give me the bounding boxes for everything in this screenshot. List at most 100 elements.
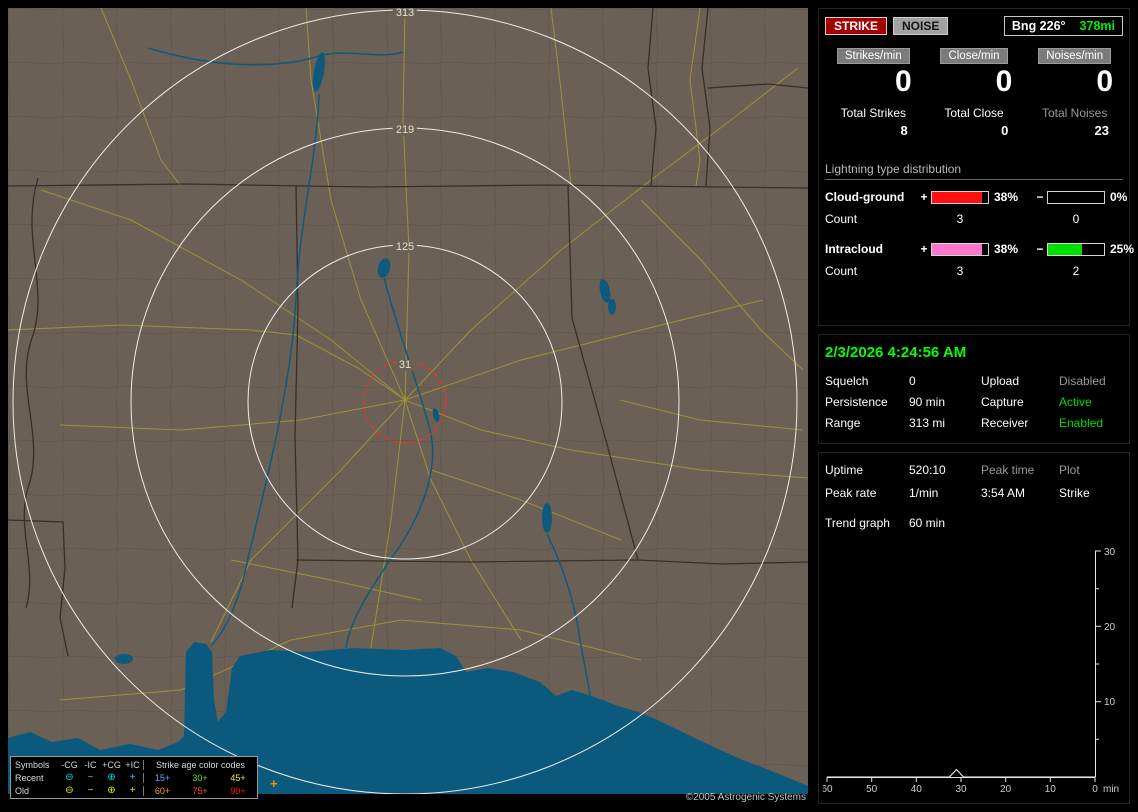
status-panel: 2/3/2026 4:24:56 AM Squelch 0 Upload Dis… <box>818 334 1130 444</box>
distance-value: 378mi <box>1079 19 1115 33</box>
peak-rate-value: 1/min <box>909 486 939 500</box>
range-ring-label: 219 <box>392 125 418 136</box>
x-tick-10: 10 <box>1045 784 1057 795</box>
bearing-value: Bng 226° <box>1011 19 1066 33</box>
ic-plus-bar <box>931 242 989 256</box>
x-tick-20: 20 <box>1000 784 1012 795</box>
count-label: Count <box>825 264 858 278</box>
range-ring-label: 313 <box>392 8 418 19</box>
minus-sign: − <box>1036 190 1044 204</box>
total-strikes-label: Total Strikes <box>840 106 907 120</box>
cg-plus-percent: 38% <box>994 190 1019 204</box>
upload-status: Disabled <box>1059 374 1106 388</box>
range-label: Range <box>825 416 861 430</box>
persistence-label: Persistence <box>825 395 888 409</box>
trend-window-value: 60 min <box>909 516 946 530</box>
range-ring-label: 125 <box>392 242 418 253</box>
trend-graph-label: Trend graph <box>825 516 890 530</box>
noises-column: Noises/min 0 Total Noises 23 <box>1024 48 1125 138</box>
range-value: 313 mi <box>909 416 946 430</box>
trend-panel: Uptime 520:10 Peak time Plot Peak rate 1… <box>818 452 1130 804</box>
plot-label: Plot <box>1059 463 1080 477</box>
axis-ticks <box>826 550 1101 782</box>
upload-label: Upload <box>981 374 1020 388</box>
total-strikes-value: 8 <box>900 123 908 138</box>
cg-minus-count: 0 <box>1072 212 1080 226</box>
close-column: Close/min 0 Total Close 0 <box>924 48 1025 138</box>
legend-col-pos-cg: +CG <box>102 759 121 770</box>
cg-minus-percent: 0% <box>1110 190 1128 204</box>
total-noises-label: Total Noises <box>1041 106 1108 120</box>
squelch-label: Squelch <box>825 374 869 388</box>
total-noises-value: 23 <box>1094 123 1110 138</box>
legend-col-neg-cg: -CG <box>61 759 78 770</box>
peak-time-label: Peak time <box>981 463 1035 477</box>
copyright-text: ©2005 Astrogenic Systems <box>685 792 806 803</box>
total-close-value: 0 <box>1001 123 1009 138</box>
x-unit-label: min <box>1103 784 1119 795</box>
x-tick-0: 0 <box>1092 784 1098 795</box>
capture-status: Active <box>1059 395 1092 409</box>
datetime-display: 2/3/2026 4:24:56 AM <box>825 344 967 361</box>
intracloud-count-row: Count 3 2 <box>825 264 1123 278</box>
minus-sign: − <box>1036 242 1044 256</box>
legend-recent-label: Recent <box>15 772 44 783</box>
mode-row: STRIKE NOISE Bng 226° 378mi <box>819 9 1129 36</box>
close-per-min-button[interactable]: Close/min <box>940 48 1008 64</box>
squelch-value: 0 <box>909 374 916 388</box>
intracloud-row: Intracloud + 38% − 25% <box>825 242 1134 256</box>
receiver-label: Receiver <box>981 416 1029 430</box>
neg-ic-recent-icon: − <box>87 771 94 783</box>
uptime-label: Uptime <box>825 463 864 477</box>
total-close-label: Total Close <box>944 106 1004 120</box>
rate-columns: Strikes/min 0 Total Strikes 8 Close/min … <box>819 48 1129 138</box>
strike-mode-button[interactable]: STRIKE <box>825 17 888 35</box>
trend-trace <box>827 768 1095 778</box>
distribution-title: Lightning type distribution <box>825 162 1123 180</box>
noise-mode-button[interactable]: NOISE <box>893 17 949 35</box>
y-tick-20: 20 <box>1104 622 1116 633</box>
lightning-map: 313 219 125 31 + <box>8 8 808 794</box>
cg-plus-count: 3 <box>956 212 964 226</box>
neg-cg-recent-icon: ⊖ <box>65 771 74 783</box>
range-ring-label: 31 <box>395 360 415 371</box>
ic-minus-bar <box>1047 242 1105 256</box>
capture-label: Capture <box>981 395 1024 409</box>
legend-col-pos-ic: +IC <box>125 759 140 770</box>
peak-rate-label: Peak rate <box>825 486 877 500</box>
status-grid: Squelch 0 Upload Disabled Persistence 90… <box>819 361 1129 430</box>
x-tick-40: 40 <box>911 784 923 795</box>
legend-age-header: Strike age color codes <box>143 759 257 770</box>
x-tick-50: 50 <box>866 784 878 795</box>
strikes-column: Strikes/min 0 Total Strikes 8 <box>823 48 924 138</box>
plus-sign: + <box>920 242 928 256</box>
noises-per-min-button[interactable]: Noises/min <box>1038 48 1112 64</box>
strike-stats-panel: STRIKE NOISE Bng 226° 378mi Strikes/min … <box>818 8 1134 326</box>
y-tick-30: 30 <box>1104 547 1116 558</box>
cloud-ground-count-row: Count 3 0 <box>825 212 1123 226</box>
stats-grid: Uptime 520:10 Peak time Plot Peak rate 1… <box>819 453 1129 500</box>
x-tick-60: 60 <box>823 784 833 795</box>
peak-time-value: 3:54 AM <box>981 486 1026 500</box>
noises-per-min-value: 0 <box>1096 65 1114 98</box>
trend-graph-row: Trend graph 60 min <box>819 500 1129 530</box>
strikes-per-min-button[interactable]: Strikes/min <box>836 48 910 64</box>
pos-ic-recent-icon: + <box>129 771 136 783</box>
age-code-30: 30+ <box>192 772 208 783</box>
x-tick-30: 30 <box>955 784 967 795</box>
ic-minus-count: 2 <box>1072 264 1080 278</box>
legend-symbols-header: Symbols <box>15 759 50 770</box>
plus-sign: + <box>920 190 928 204</box>
uptime-value: 520:10 <box>909 463 946 477</box>
strike-symbol-marker: + <box>270 776 278 791</box>
y-tick-10: 10 <box>1104 697 1116 708</box>
age-code-15: 15+ <box>143 772 181 783</box>
legend-col-neg-ic: -IC <box>84 759 97 770</box>
cg-minus-bar <box>1047 190 1105 204</box>
strikes-per-min-value: 0 <box>894 65 912 98</box>
cloud-ground-row: Cloud-ground + 38% − 0% <box>825 190 1127 204</box>
bearing-readout: Bng 226° 378mi <box>1003 16 1123 36</box>
cloud-ground-label: Cloud-ground <box>825 190 905 204</box>
plot-value: Strike <box>1059 486 1090 500</box>
ic-plus-percent: 38% <box>994 242 1019 256</box>
